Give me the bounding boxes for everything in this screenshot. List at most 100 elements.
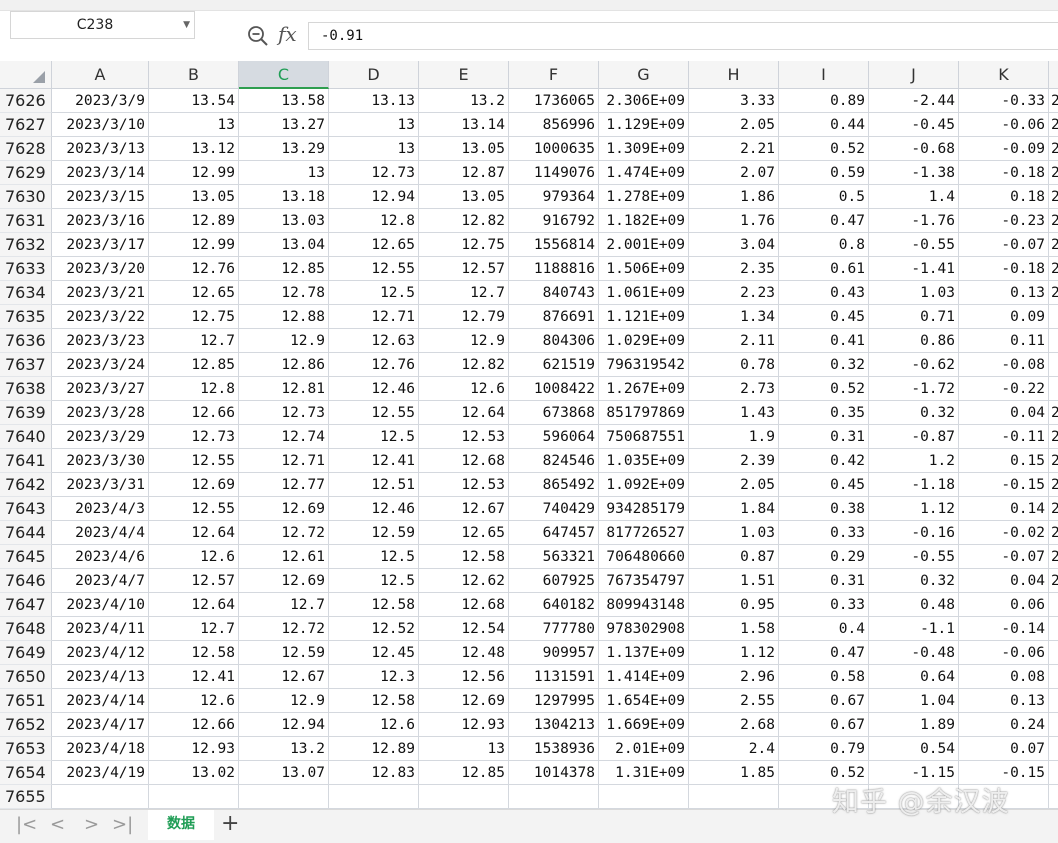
cell-h[interactable]: 1.84 xyxy=(689,497,779,521)
cell-a[interactable]: 2023/3/13 xyxy=(52,137,149,161)
column-header-f[interactable]: F xyxy=(509,61,599,89)
cell-i[interactable]: 0.45 xyxy=(779,473,869,497)
row-number[interactable]: 7640 xyxy=(0,425,52,449)
cell-h[interactable]: 2.11 xyxy=(689,329,779,353)
cell-h[interactable]: 1.9 xyxy=(689,425,779,449)
cell-extra[interactable] xyxy=(1049,761,1058,785)
cell-g[interactable] xyxy=(599,785,689,809)
row-number[interactable]: 7650 xyxy=(0,665,52,689)
cell-j[interactable]: 1.04 xyxy=(869,689,959,713)
cell-a[interactable]: 2023/3/27 xyxy=(52,377,149,401)
cell-a[interactable]: 2023/4/4 xyxy=(52,521,149,545)
cell-extra[interactable] xyxy=(1049,377,1058,401)
row-number[interactable]: 7647 xyxy=(0,593,52,617)
cell-h[interactable] xyxy=(689,785,779,809)
cell-f[interactable]: 1556814 xyxy=(509,233,599,257)
cell-c[interactable]: 13.07 xyxy=(239,761,329,785)
add-sheet-button[interactable]: + xyxy=(221,811,239,836)
cell-h[interactable]: 2.07 xyxy=(689,161,779,185)
cell-i[interactable]: 0.35 xyxy=(779,401,869,425)
cell-k[interactable]: -0.07 xyxy=(959,233,1049,257)
cell-d[interactable]: 12.55 xyxy=(329,401,419,425)
cell-k[interactable]: -0.33 xyxy=(959,89,1049,113)
cell-g[interactable]: 1.474E+09 xyxy=(599,161,689,185)
cell-k[interactable]: -0.06 xyxy=(959,641,1049,665)
cell-b[interactable]: 12.93 xyxy=(149,737,239,761)
cell-i[interactable]: 0.89 xyxy=(779,89,869,113)
cell-h[interactable]: 1.86 xyxy=(689,185,779,209)
cell-b[interactable]: 13 xyxy=(149,113,239,137)
cell-g[interactable]: 2.01E+09 xyxy=(599,737,689,761)
column-header-j[interactable]: J xyxy=(869,61,959,89)
cell-i[interactable]: 0.38 xyxy=(779,497,869,521)
row-number[interactable]: 7655 xyxy=(0,785,52,809)
cell-i[interactable]: 0.32 xyxy=(779,353,869,377)
cell-j[interactable]: -0.55 xyxy=(869,545,959,569)
cell-a[interactable]: 2023/3/23 xyxy=(52,329,149,353)
cell-a[interactable] xyxy=(52,785,149,809)
cell-b[interactable]: 13.54 xyxy=(149,89,239,113)
cell-k[interactable]: -0.14 xyxy=(959,617,1049,641)
cell-j[interactable]: 0.71 xyxy=(869,305,959,329)
cell-extra[interactable] xyxy=(1049,737,1058,761)
cell-a[interactable]: 2023/4/19 xyxy=(52,761,149,785)
cell-c[interactable]: 12.74 xyxy=(239,425,329,449)
cell-b[interactable]: 12.55 xyxy=(149,497,239,521)
cell-c[interactable]: 12.71 xyxy=(239,449,329,473)
cell-k[interactable]: 0.24 xyxy=(959,713,1049,737)
cell-a[interactable]: 2023/3/10 xyxy=(52,113,149,137)
cell-a[interactable]: 2023/4/12 xyxy=(52,641,149,665)
cell-h[interactable]: 2.96 xyxy=(689,665,779,689)
cell-h[interactable]: 1.85 xyxy=(689,761,779,785)
cell-f[interactable]: 1736065 xyxy=(509,89,599,113)
cell-i[interactable]: 0.42 xyxy=(779,449,869,473)
cell-f[interactable]: 621519 xyxy=(509,353,599,377)
cell-e[interactable]: 12.64 xyxy=(419,401,509,425)
cell-h[interactable]: 1.03 xyxy=(689,521,779,545)
cell-a[interactable]: 2023/4/10 xyxy=(52,593,149,617)
cell-e[interactable]: 12.67 xyxy=(419,497,509,521)
cell-extra[interactable]: 2 xyxy=(1049,113,1058,137)
cell-d[interactable]: 12.5 xyxy=(329,281,419,305)
cell-extra[interactable]: 2 xyxy=(1049,137,1058,161)
cell-k[interactable]: -0.09 xyxy=(959,137,1049,161)
formula-input[interactable]: -0.91 xyxy=(308,22,1058,50)
cell-d[interactable]: 12.5 xyxy=(329,569,419,593)
cell-i[interactable]: 0.58 xyxy=(779,665,869,689)
cell-b[interactable]: 12.57 xyxy=(149,569,239,593)
cell-b[interactable]: 12.41 xyxy=(149,665,239,689)
cell-c[interactable]: 13.03 xyxy=(239,209,329,233)
cell-g[interactable]: 1.654E+09 xyxy=(599,689,689,713)
cell-f[interactable]: 563321 xyxy=(509,545,599,569)
cell-c[interactable]: 12.94 xyxy=(239,713,329,737)
cell-f[interactable]: 1149076 xyxy=(509,161,599,185)
cell-f[interactable]: 1297995 xyxy=(509,689,599,713)
cell-e[interactable]: 12.93 xyxy=(419,713,509,737)
cell-e[interactable]: 12.58 xyxy=(419,545,509,569)
cell-i[interactable]: 0.61 xyxy=(779,257,869,281)
cell-h[interactable]: 2.73 xyxy=(689,377,779,401)
cell-k[interactable]: 0.13 xyxy=(959,281,1049,305)
cell-a[interactable]: 2023/4/18 xyxy=(52,737,149,761)
cell-d[interactable]: 12.6 xyxy=(329,713,419,737)
cell-d[interactable]: 12.3 xyxy=(329,665,419,689)
cell-b[interactable]: 12.6 xyxy=(149,689,239,713)
cell-g[interactable]: 1.267E+09 xyxy=(599,377,689,401)
row-number[interactable]: 7651 xyxy=(0,689,52,713)
cell-i[interactable]: 0.31 xyxy=(779,569,869,593)
cell-e[interactable]: 12.53 xyxy=(419,425,509,449)
row-number[interactable]: 7653 xyxy=(0,737,52,761)
cell-d[interactable]: 12.55 xyxy=(329,257,419,281)
cell-j[interactable]: 0.32 xyxy=(869,569,959,593)
cell-b[interactable]: 12.99 xyxy=(149,233,239,257)
row-number[interactable]: 7644 xyxy=(0,521,52,545)
cell-f[interactable]: 1538936 xyxy=(509,737,599,761)
cell-d[interactable]: 12.5 xyxy=(329,425,419,449)
cell-g[interactable]: 1.414E+09 xyxy=(599,665,689,689)
cell-f[interactable]: 856996 xyxy=(509,113,599,137)
cell-extra[interactable]: 2 xyxy=(1049,209,1058,233)
column-header-g[interactable]: G xyxy=(599,61,689,89)
cell-f[interactable] xyxy=(509,785,599,809)
cell-h[interactable]: 2.21 xyxy=(689,137,779,161)
cell-f[interactable]: 909957 xyxy=(509,641,599,665)
